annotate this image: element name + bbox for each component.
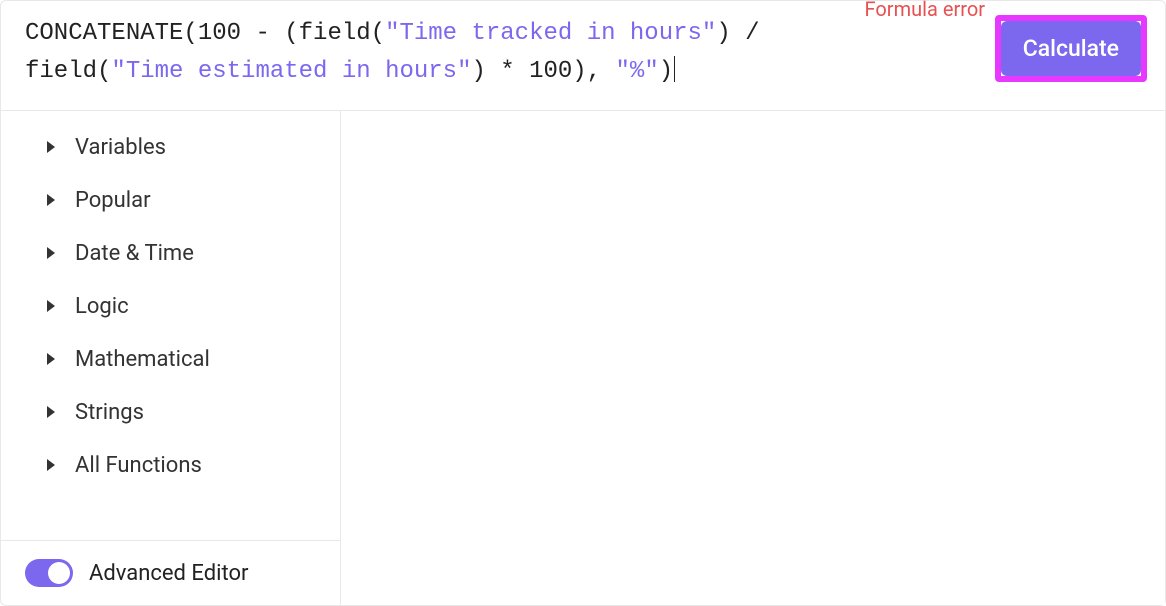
chevron-right-icon: [47, 141, 55, 153]
calculate-button[interactable]: Calculate: [1001, 21, 1141, 76]
formula-token: ) * 100),: [471, 58, 615, 85]
formula-error-text: Formula error: [865, 0, 985, 21]
toggle-knob: [48, 562, 70, 584]
advanced-editor-row: Advanced Editor: [1, 540, 340, 605]
category-label: Date & Time: [75, 241, 194, 266]
category-item[interactable]: Mathematical: [1, 333, 340, 386]
chevron-right-icon: [47, 406, 55, 418]
chevron-right-icon: [47, 459, 55, 471]
main-content-area: [341, 111, 1165, 605]
advanced-editor-label: Advanced Editor: [89, 561, 248, 586]
category-label: All Functions: [75, 453, 202, 478]
category-item[interactable]: Popular: [1, 174, 340, 227]
category-item[interactable]: Logic: [1, 280, 340, 333]
category-label: Strings: [75, 400, 144, 425]
chevron-right-icon: [47, 247, 55, 259]
advanced-editor-toggle[interactable]: [25, 559, 73, 587]
category-label: Logic: [75, 294, 129, 319]
formula-token: CONCATENATE(100 - (field(: [25, 20, 385, 47]
formula-editor-container: Formula error CONCATENATE(100 - (field("…: [0, 0, 1166, 606]
category-list: Variables Popular Date & Time Logic Mathemat…: [1, 111, 340, 540]
formula-input[interactable]: CONCATENATE(100 - (field("Time tracked i…: [25, 15, 995, 92]
formula-token: "Time estimated in hours": [111, 58, 471, 85]
category-item[interactable]: All Functions: [1, 439, 340, 492]
formula-token: "Time tracked in hours": [385, 20, 716, 47]
formula-token: ) /: [716, 20, 774, 47]
sidebar: Variables Popular Date & Time Logic Mathemat…: [1, 111, 341, 605]
lower-panel: Variables Popular Date & Time Logic Mathemat…: [1, 111, 1165, 605]
category-item[interactable]: Date & Time: [1, 227, 340, 280]
category-item[interactable]: Variables: [1, 121, 340, 174]
category-label: Popular: [75, 188, 151, 213]
category-label: Mathematical: [75, 347, 210, 372]
category-label: Variables: [75, 135, 166, 160]
formula-token: ): [659, 58, 673, 85]
chevron-right-icon: [47, 300, 55, 312]
chevron-right-icon: [47, 353, 55, 365]
formula-token: field(: [25, 58, 111, 85]
chevron-right-icon: [47, 194, 55, 206]
formula-token: "%": [616, 58, 659, 85]
text-cursor: [674, 56, 675, 82]
category-item[interactable]: Strings: [1, 386, 340, 439]
calculate-button-highlight: Calculate: [995, 15, 1147, 82]
formula-top-bar: Formula error CONCATENATE(100 - (field("…: [1, 1, 1165, 111]
